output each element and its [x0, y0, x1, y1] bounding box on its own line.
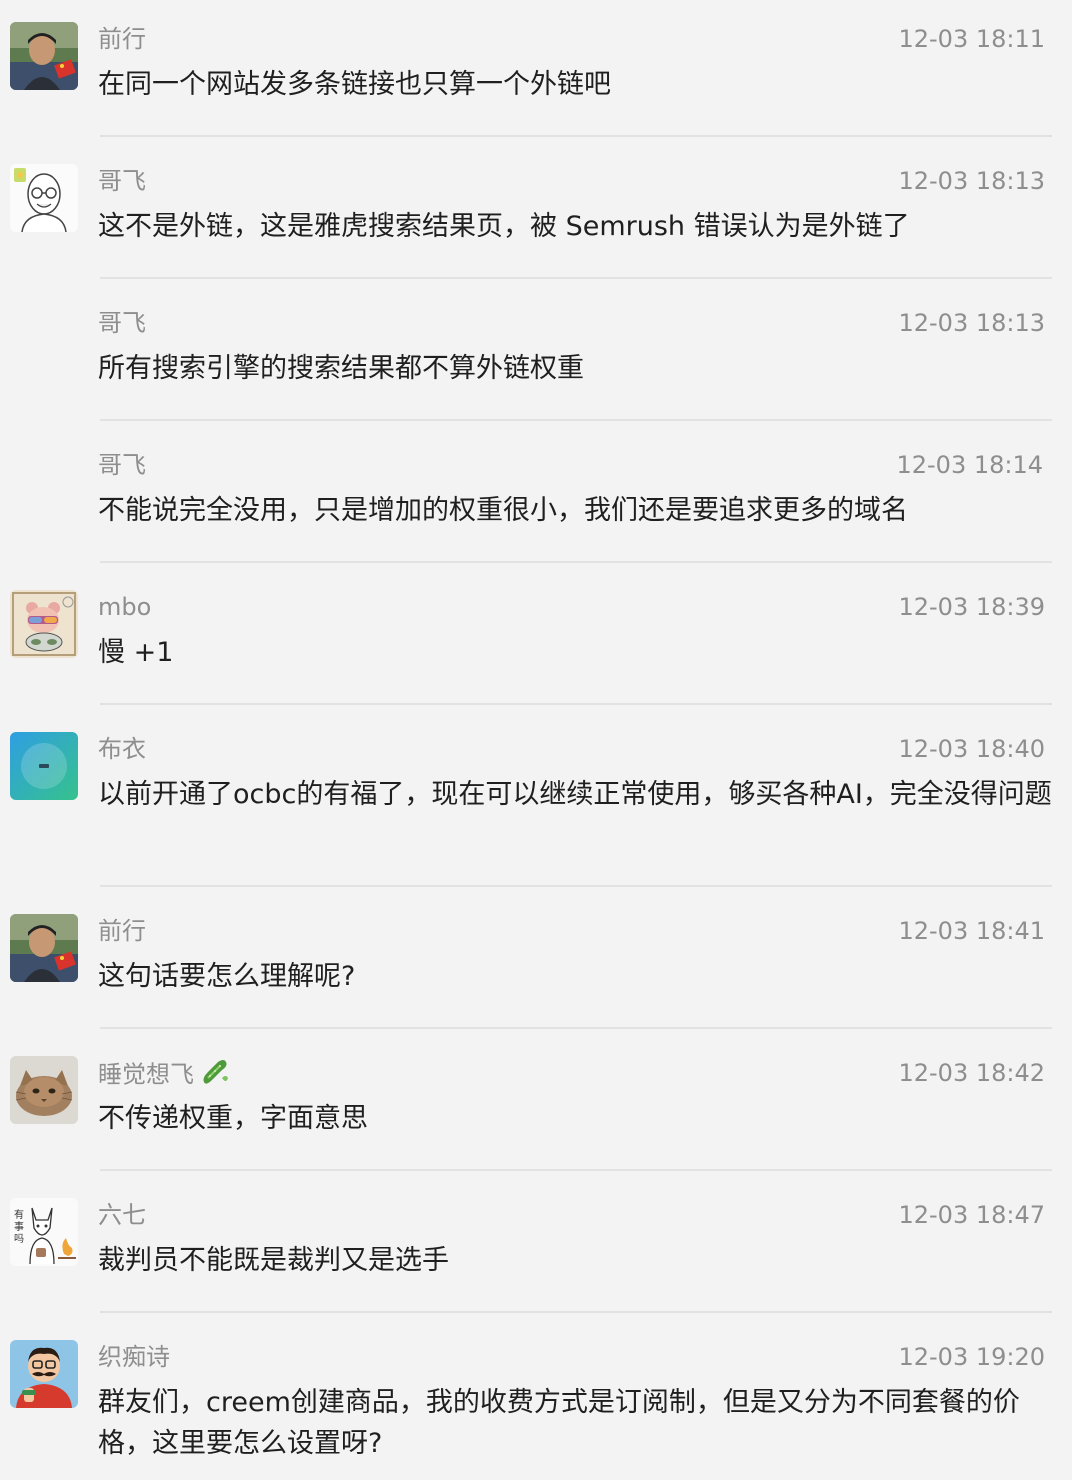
message-divider	[100, 703, 1052, 705]
bald-glasses-cartoon-avatar[interactable]	[10, 164, 78, 232]
svg-text:有: 有	[14, 1208, 24, 1221]
message-text: 不能说完全没用，只是增加的权重很小，我们还是要追求更多的域名	[98, 495, 908, 526]
svg-text:事: 事	[14, 1220, 24, 1233]
sender-name[interactable]: 睡觉想飞	[98, 1058, 230, 1093]
message-text: 慢 +1	[98, 637, 174, 668]
message-text: 在同一个网站发多条链接也只算一个外链吧	[98, 69, 611, 100]
chat-message-list: 前行 12-03 18:11 在同一个网站发多条链接也只算一个外链吧 哥飞 12-03…	[0, 0, 1072, 1480]
message-divider	[100, 1311, 1052, 1313]
message-divider	[100, 1027, 1052, 1029]
message-text: 这句话要怎么理解呢?	[98, 961, 356, 992]
sender-name[interactable]: 哥飞	[98, 166, 146, 196]
message-text: 不传递权重，字面意思	[98, 1103, 368, 1134]
message-timestamp: 12-03 19:20	[898, 1343, 1045, 1371]
message-divider	[100, 561, 1052, 563]
message-text: 以前开通了ocbc的有福了，现在可以继续正常使用，够买各种AI，完全没得问题	[98, 779, 1052, 810]
message-timestamp: 12-03 18:14	[896, 451, 1043, 479]
sender-name-label: 布衣	[98, 735, 146, 763]
message-text: 这不是外链，这是雅虎搜索结果页，被 Semrush 错误认为是外链了	[98, 211, 910, 242]
sender-name[interactable]: 布衣	[98, 734, 146, 764]
svg-text:吗: 吗	[14, 1233, 24, 1245]
sender-name-label: 睡觉想飞	[98, 1060, 194, 1089]
sender-name-label: 六七	[98, 1201, 146, 1229]
sender-name[interactable]: 六七	[98, 1200, 146, 1230]
sender-name-label: 哥飞	[98, 309, 146, 337]
sender-name-label: 前行	[98, 917, 146, 945]
cat-photo-avatar[interactable]	[10, 1056, 78, 1124]
message-text: 群友们，creem创建商品，我的收费方式是订阅制，但是又分为不同套餐的价格，这里…	[98, 1387, 1020, 1459]
message-divider	[100, 1169, 1052, 1171]
message-timestamp: 12-03 18:11	[898, 25, 1045, 53]
cartoon-mustache-man-avatar[interactable]	[10, 1340, 78, 1408]
message-timestamp: 12-03 18:47	[898, 1201, 1045, 1229]
message-text: 裁判员不能既是裁判又是选手	[98, 1245, 449, 1276]
message-timestamp: 12-03 18:13	[898, 309, 1045, 337]
message-text: 所有搜索引擎的搜索结果都不算外链权重	[98, 353, 584, 384]
blue-green-gradient-avatar[interactable]	[10, 732, 78, 800]
cartoon-cat-campfire-avatar[interactable]: 有 事 吗	[10, 1198, 78, 1266]
man-portrait-flag-avatar[interactable]	[10, 914, 78, 982]
sender-name[interactable]: 织痴诗	[98, 1342, 170, 1372]
sender-name[interactable]: 哥飞	[98, 308, 146, 338]
message-timestamp: 12-03 18:40	[898, 735, 1045, 763]
message-divider	[100, 277, 1052, 279]
message-timestamp: 12-03 18:39	[898, 593, 1045, 621]
sender-name-label: 前行	[98, 25, 146, 53]
message-divider	[100, 885, 1052, 887]
sender-name[interactable]: 前行	[98, 916, 146, 946]
message-divider	[100, 135, 1052, 137]
cucumber-icon	[200, 1058, 230, 1093]
sender-name[interactable]: 哥飞	[98, 450, 146, 480]
sender-name[interactable]: 前行	[98, 24, 146, 54]
man-portrait-flag-avatar[interactable]	[10, 22, 78, 90]
cartoon-bear-sketch-avatar[interactable]	[10, 590, 78, 658]
message-timestamp: 12-03 18:41	[898, 917, 1045, 945]
sender-name-label: mbo	[98, 593, 152, 621]
message-divider	[100, 419, 1052, 421]
sender-name-label: 哥飞	[98, 451, 146, 479]
sender-name[interactable]: mbo	[98, 592, 151, 622]
sender-name-label: 哥飞	[98, 167, 146, 195]
message-timestamp: 12-03 18:42	[898, 1059, 1045, 1087]
message-timestamp: 12-03 18:13	[898, 167, 1045, 195]
sender-name-label: 织痴诗	[98, 1343, 170, 1371]
